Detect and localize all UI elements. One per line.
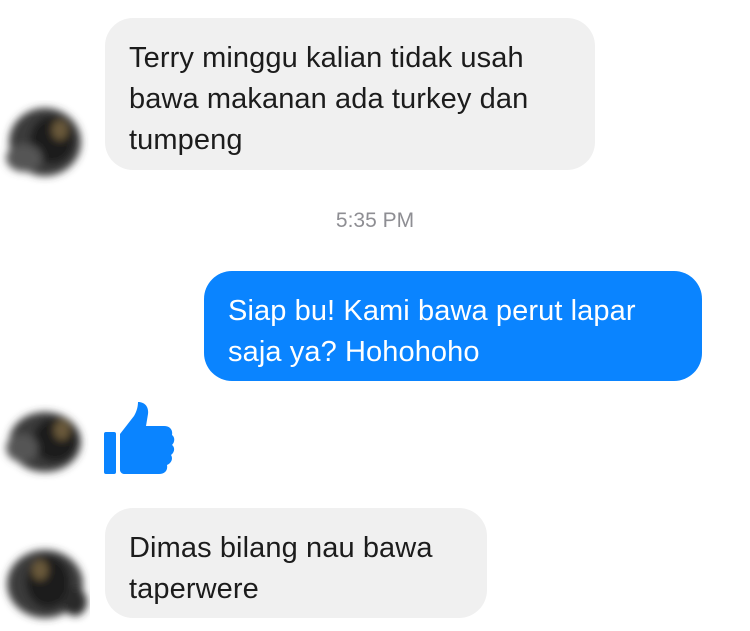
thumbs-up-reaction[interactable] [100,400,176,476]
blurred-avatar-icon [6,412,81,472]
sender-avatar[interactable] [0,540,90,630]
outgoing-message-bubble[interactable]: Siap bu! Kami bawa perut lapar saja ya? … [204,271,702,381]
sender-avatar[interactable] [0,100,90,190]
incoming-message-bubble[interactable]: Dimas bilang nau bawa taperwere [105,508,487,618]
blurred-avatar-icon [7,550,87,618]
blurred-avatar-icon [6,108,81,176]
thumbs-up-icon [104,402,175,474]
sender-avatar[interactable] [0,398,90,488]
message-timestamp: 5:35 PM [335,209,415,232]
incoming-message-bubble[interactable]: Terry minggu kalian tidak usah bawa maka… [105,18,595,170]
